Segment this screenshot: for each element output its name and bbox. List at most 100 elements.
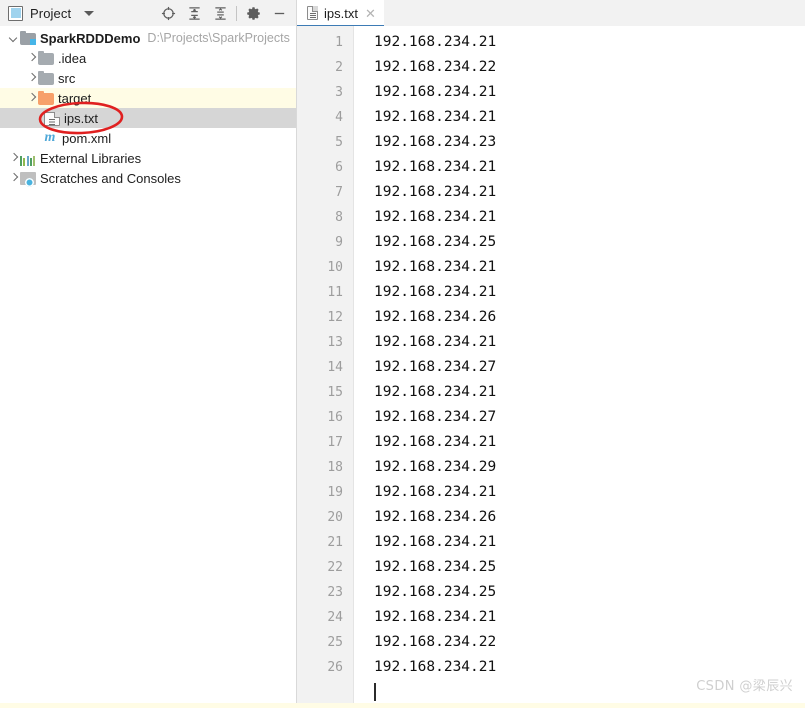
chevron-right-icon[interactable] (26, 72, 38, 84)
code-line: 192.168.234.21 (374, 534, 497, 550)
tab-label: ips.txt (324, 5, 358, 21)
line-number: 9 (335, 235, 343, 250)
tool-window-actions (155, 1, 296, 25)
close-icon[interactable]: ✕ (364, 7, 377, 20)
line-number: 24 (327, 610, 343, 625)
locate-icon[interactable] (155, 1, 181, 25)
code-line: 192.168.234.21 (374, 484, 497, 500)
code-line: 192.168.234.21 (374, 609, 497, 625)
tree-node-target[interactable]: target (0, 88, 296, 108)
line-number: 4 (335, 110, 343, 125)
top-bar: Project ips.txt ✕ (0, 0, 805, 28)
editor-area[interactable]: 1 2 3 4 5 6 7 8 9 10 11 12 13 14 15 16 17 18 19 20 21 22 23 24 2… (297, 26, 805, 708)
tree-node-src[interactable]: src (0, 68, 296, 88)
idea-window: Project ips.txt ✕ SparkRDDDemo D:\Projec… (0, 0, 805, 708)
tree-node-label: .idea (58, 50, 87, 66)
code-line: 192.168.234.21 (374, 159, 497, 175)
tree-node-path: D:\Projects\SparkProjects (147, 31, 290, 45)
tree-node-label: ips.txt (64, 110, 98, 126)
line-number: 17 (327, 435, 343, 450)
line-number: 7 (335, 185, 343, 200)
chevron-right-icon[interactable] (8, 152, 20, 164)
text-file-icon (307, 6, 318, 20)
code-line: 192.168.234.21 (374, 659, 497, 675)
line-number: 21 (327, 535, 343, 550)
project-icon (8, 5, 23, 21)
expand-all-icon[interactable] (181, 1, 207, 25)
code-line: 192.168.234.21 (374, 209, 497, 225)
tree-node-sparkrdddemo[interactable]: SparkRDDDemo D:\Projects\SparkProjects (0, 28, 296, 48)
tree-node-label: target (58, 90, 92, 106)
line-number: 12 (327, 310, 343, 325)
code-line: 192.168.234.25 (374, 559, 497, 575)
tree-node-scratches-and-consoles[interactable]: Scratches and Consoles (0, 168, 296, 188)
folder-icon (38, 51, 54, 65)
collapse-all-icon[interactable] (207, 1, 233, 25)
line-number: 23 (327, 585, 343, 600)
minimize-icon[interactable] (266, 1, 292, 25)
project-tool-window-header: Project (0, 0, 297, 26)
tree-node-label: External Libraries (40, 150, 142, 166)
code-line: 192.168.234.25 (374, 584, 497, 600)
code-line: 192.168.234.21 (374, 84, 497, 100)
code-line: 192.168.234.21 (374, 109, 497, 125)
libraries-icon (20, 150, 36, 166)
tool-window-title: Project (30, 5, 72, 21)
line-number: 11 (327, 285, 343, 300)
editor-code-area[interactable]: 192.168.234.21 192.168.234.22 192.168.234.… (354, 26, 792, 708)
text-file-icon (44, 111, 60, 126)
code-line: 192.168.234.25 (374, 234, 497, 250)
project-tree[interactable]: SparkRDDDemo D:\Projects\SparkProjects .… (0, 26, 297, 708)
line-number: 18 (327, 460, 343, 475)
editor-tab-strip: ips.txt ✕ (297, 0, 805, 28)
tree-node-external-libraries[interactable]: External Libraries (0, 148, 296, 168)
chevron-right-icon[interactable] (8, 172, 20, 184)
line-number: 26 (327, 660, 343, 675)
toolbar-separator (236, 5, 237, 21)
tab-ips-txt[interactable]: ips.txt ✕ (297, 0, 384, 28)
code-line: 192.168.234.27 (374, 359, 497, 375)
line-number: 19 (327, 485, 343, 500)
line-number: 16 (327, 410, 343, 425)
tree-node-pom-xml[interactable]: m pom.xml (0, 128, 296, 148)
line-number: 20 (327, 510, 343, 525)
code-line: 192.168.234.21 (374, 334, 497, 350)
line-number: 5 (335, 135, 343, 150)
code-line: 192.168.234.23 (374, 134, 497, 150)
tree-node-label: src (58, 70, 76, 86)
main-body: SparkRDDDemo D:\Projects\SparkProjects .… (0, 26, 805, 708)
editor-scrollbar[interactable] (792, 26, 805, 708)
code-line: 192.168.234.21 (374, 284, 497, 300)
bottom-strip (0, 703, 805, 708)
code-line: 192.168.234.21 (374, 184, 497, 200)
line-number: 13 (327, 335, 343, 350)
tree-node-label: Scratches and Consoles (40, 170, 181, 186)
tree-node-idea[interactable]: .idea (0, 48, 296, 68)
settings-gear-icon[interactable] (240, 1, 266, 25)
code-line: 192.168.234.29 (374, 459, 497, 475)
line-number: 10 (327, 260, 343, 275)
code-line: 192.168.234.21 (374, 384, 497, 400)
code-line: 192.168.234.22 (374, 634, 497, 650)
chevron-down-icon[interactable] (8, 32, 20, 44)
code-line: 192.168.234.27 (374, 409, 497, 425)
code-line: 192.168.234.26 (374, 509, 497, 525)
line-number: 2 (335, 60, 343, 75)
line-number: 6 (335, 160, 343, 175)
line-number: 3 (335, 85, 343, 100)
line-number: 15 (327, 385, 343, 400)
code-line: 192.168.234.21 (374, 259, 497, 275)
chevron-right-icon[interactable] (26, 52, 38, 64)
chevron-right-icon[interactable] (26, 92, 38, 104)
tree-node-label: SparkRDDDemo (40, 30, 141, 46)
line-number: 25 (327, 635, 343, 650)
module-folder-icon (20, 31, 36, 45)
line-number: 1 (335, 35, 343, 50)
maven-icon: m (44, 130, 56, 145)
code-line: 192.168.234.21 (374, 34, 497, 50)
code-line: 192.168.234.22 (374, 59, 497, 75)
code-line: 192.168.234.21 (374, 434, 497, 450)
chevron-down-icon[interactable] (84, 10, 95, 16)
folder-excluded-icon (38, 91, 54, 105)
tree-node-ips-txt[interactable]: ips.txt (0, 108, 296, 128)
